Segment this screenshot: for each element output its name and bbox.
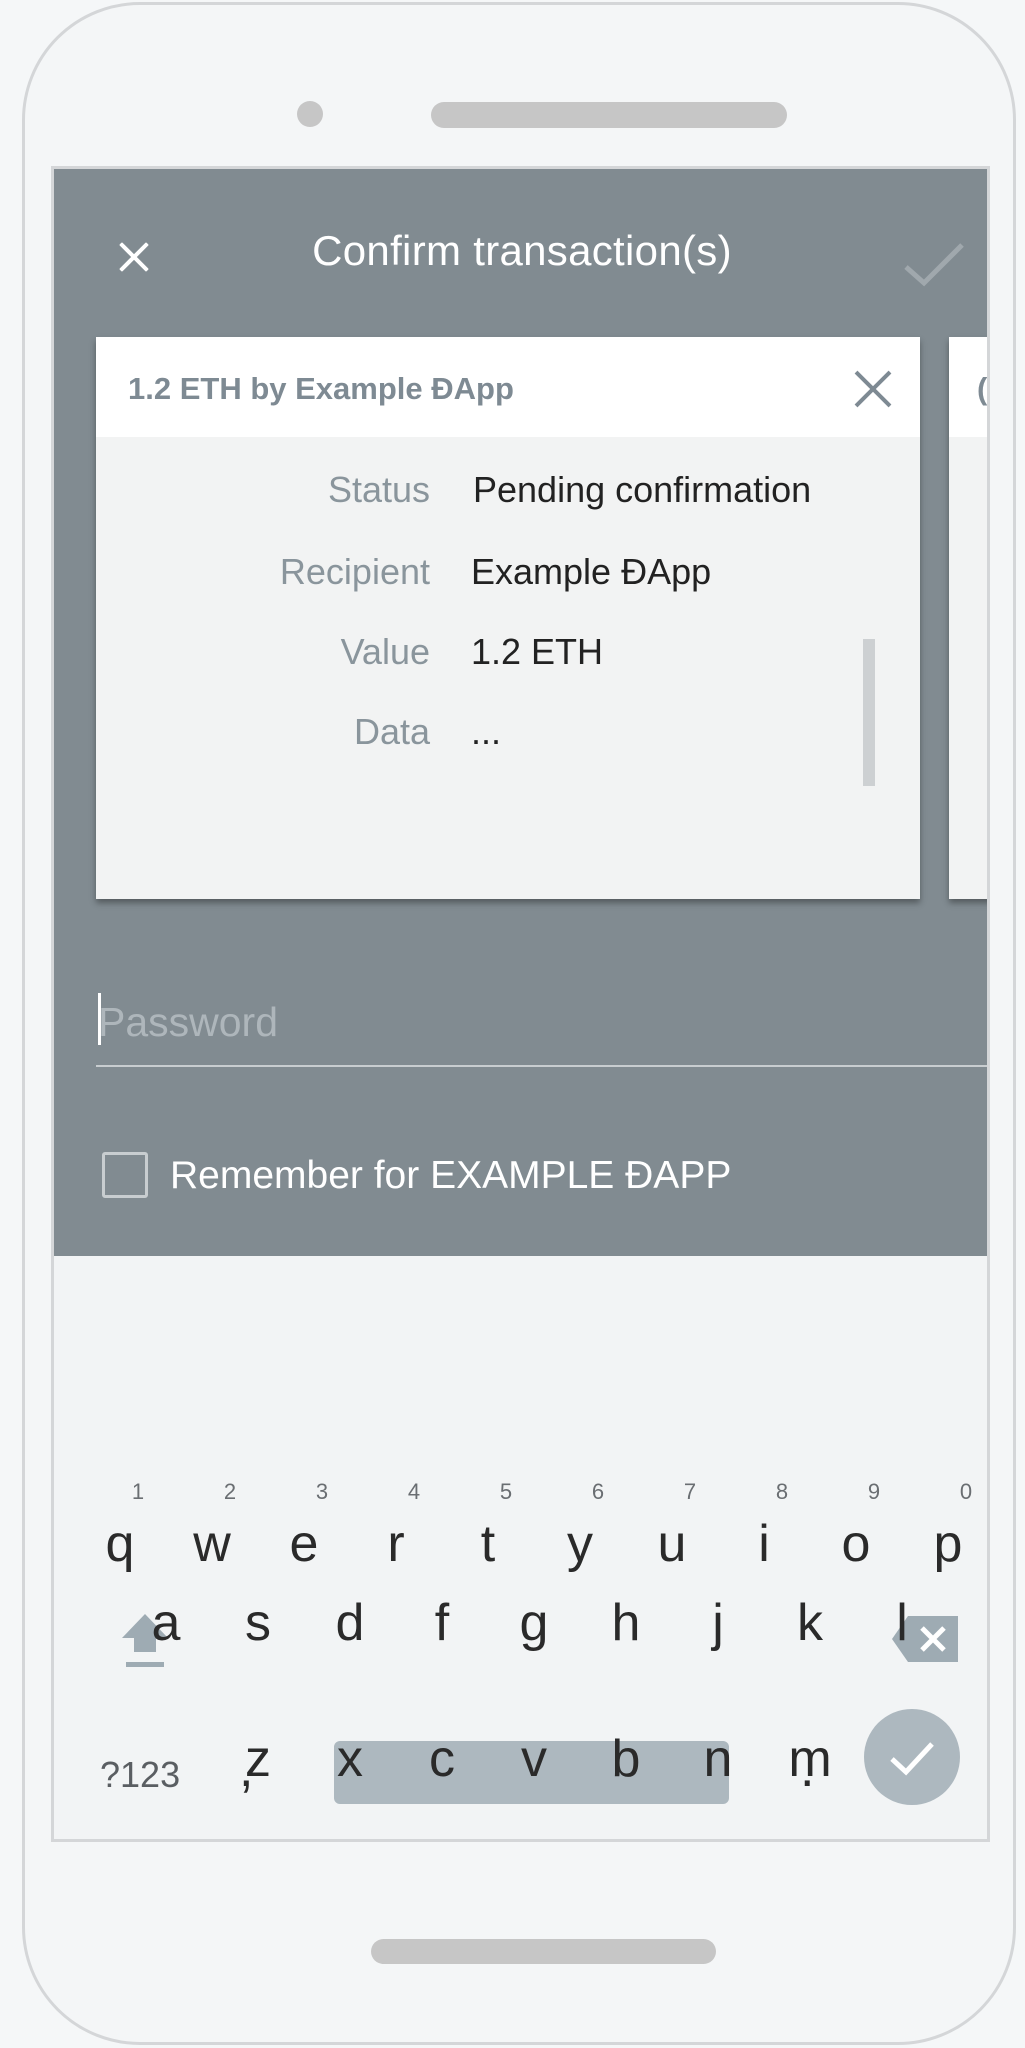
next-card-header: ( bbox=[949, 337, 988, 437]
key-hint: 9 bbox=[867, 1479, 881, 1504]
key-hint: 3 bbox=[315, 1479, 329, 1504]
detail-row-data: Data ... bbox=[96, 711, 896, 761]
reject-transaction-icon[interactable] bbox=[853, 367, 893, 407]
detail-label: Data bbox=[353, 711, 430, 752]
key-char: v bbox=[521, 1730, 547, 1788]
key-char: e bbox=[289, 1515, 319, 1573]
key-hint: 7 bbox=[683, 1479, 697, 1504]
detail-row-status: Status Pending confirmation bbox=[96, 469, 896, 519]
next-card-title-peek: ( bbox=[977, 371, 988, 406]
key-char: m bbox=[788, 1730, 832, 1788]
key-char: h bbox=[611, 1594, 641, 1652]
screen: Confirm transaction(s) 1.2 ETH by Exampl… bbox=[51, 166, 990, 1842]
card-title: 1.2 ETH by Example ĐApp bbox=[128, 371, 514, 406]
detail-label: Value bbox=[340, 631, 430, 672]
key-q[interactable]: 1q bbox=[80, 1459, 160, 1573]
key-hint: 4 bbox=[407, 1479, 421, 1504]
key-b[interactable]: b bbox=[586, 1705, 666, 1805]
key-g[interactable]: g bbox=[494, 1569, 574, 1669]
key-char: n bbox=[703, 1730, 733, 1788]
symbols-key[interactable]: ?123 bbox=[100, 1754, 180, 1796]
confirm-dialog: Confirm transaction(s) 1.2 ETH by Exampl… bbox=[54, 169, 988, 1256]
front-camera bbox=[297, 101, 323, 127]
key-char: o bbox=[841, 1515, 871, 1573]
key-char: u bbox=[657, 1515, 687, 1573]
key-char: w bbox=[193, 1515, 231, 1573]
key-char: r bbox=[387, 1515, 405, 1573]
key-w[interactable]: 2w bbox=[172, 1459, 252, 1573]
detail-value: Pending confirmation bbox=[473, 469, 812, 510]
key-hint: 0 bbox=[959, 1479, 973, 1504]
card-header: 1.2 ETH by Example ĐApp bbox=[96, 337, 920, 437]
detail-label: Recipient bbox=[279, 551, 430, 592]
key-n[interactable]: n bbox=[678, 1705, 758, 1805]
key-hint: 1 bbox=[131, 1479, 145, 1504]
key-k[interactable]: k bbox=[770, 1569, 850, 1669]
password-field[interactable]: Password bbox=[96, 987, 987, 1067]
key-char: y bbox=[567, 1515, 593, 1573]
detail-value: 1.2 ETH bbox=[471, 631, 604, 672]
key-char: l bbox=[896, 1594, 908, 1652]
card-scrollbar[interactable] bbox=[863, 639, 875, 786]
home-bar[interactable] bbox=[371, 1939, 716, 1964]
key-u[interactable]: 7u bbox=[632, 1459, 712, 1573]
detail-value: ... bbox=[471, 711, 502, 752]
key-char: d bbox=[335, 1594, 365, 1652]
key-hint: 2 bbox=[223, 1479, 237, 1504]
earpiece-speaker bbox=[431, 102, 787, 128]
key-l[interactable]: l bbox=[862, 1569, 942, 1669]
key-s[interactable]: s bbox=[218, 1569, 298, 1669]
key-r[interactable]: 4r bbox=[356, 1459, 436, 1573]
key-e[interactable]: 3e bbox=[264, 1459, 344, 1573]
key-char: q bbox=[105, 1515, 135, 1573]
key-c[interactable]: c bbox=[402, 1705, 482, 1805]
password-underline bbox=[96, 1065, 987, 1067]
dialog-title: Confirm transaction(s) bbox=[312, 227, 732, 274]
key-p[interactable]: 0p bbox=[908, 1459, 987, 1573]
key-h[interactable]: h bbox=[586, 1569, 666, 1669]
detail-row-value: Value 1.2 ETH bbox=[96, 631, 896, 681]
key-char: b bbox=[611, 1730, 641, 1788]
key-char: a bbox=[151, 1594, 181, 1652]
enter-key[interactable] bbox=[864, 1709, 960, 1805]
key-d[interactable]: d bbox=[310, 1569, 390, 1669]
key-hint: 6 bbox=[591, 1479, 605, 1504]
detail-label: Status bbox=[327, 469, 430, 510]
key-i[interactable]: 8i bbox=[724, 1459, 804, 1573]
check-icon[interactable] bbox=[902, 239, 966, 289]
check-icon bbox=[890, 1742, 934, 1776]
key-hint: 8 bbox=[775, 1479, 789, 1504]
transaction-card: 1.2 ETH by Example ĐApp Status Pending c… bbox=[96, 337, 920, 899]
remember-label: Remember for EXAMPLE ĐAPP bbox=[170, 1154, 732, 1197]
key-char: z bbox=[245, 1730, 271, 1788]
key-y[interactable]: 6y bbox=[540, 1459, 620, 1573]
key-a[interactable]: a bbox=[126, 1569, 206, 1669]
key-v[interactable]: v bbox=[494, 1705, 574, 1805]
key-char: c bbox=[429, 1730, 455, 1788]
password-placeholder: Password bbox=[98, 999, 279, 1045]
key-m[interactable]: m bbox=[770, 1705, 850, 1805]
key-j[interactable]: j bbox=[678, 1569, 758, 1669]
key-x[interactable]: x bbox=[310, 1705, 390, 1805]
key-char: j bbox=[712, 1594, 724, 1652]
key-f[interactable]: f bbox=[402, 1569, 482, 1669]
key-char: g bbox=[519, 1594, 549, 1652]
key-char: k bbox=[797, 1594, 823, 1652]
key-char: f bbox=[434, 1594, 450, 1652]
key-o[interactable]: 9o bbox=[816, 1459, 896, 1573]
remember-checkbox[interactable] bbox=[102, 1152, 148, 1198]
key-z[interactable]: z bbox=[218, 1705, 298, 1805]
key-char: i bbox=[758, 1515, 770, 1573]
detail-row-recipient: Recipient Example ĐApp bbox=[96, 551, 896, 601]
key-char: s bbox=[245, 1594, 271, 1652]
key-char: p bbox=[933, 1515, 963, 1573]
key-t[interactable]: 5t bbox=[448, 1459, 528, 1573]
key-char: x bbox=[337, 1730, 363, 1788]
key-char: t bbox=[480, 1515, 496, 1573]
key-hint: 5 bbox=[499, 1479, 513, 1504]
next-transaction-card[interactable]: ( bbox=[949, 337, 988, 899]
detail-value: Example ĐApp bbox=[471, 551, 712, 592]
